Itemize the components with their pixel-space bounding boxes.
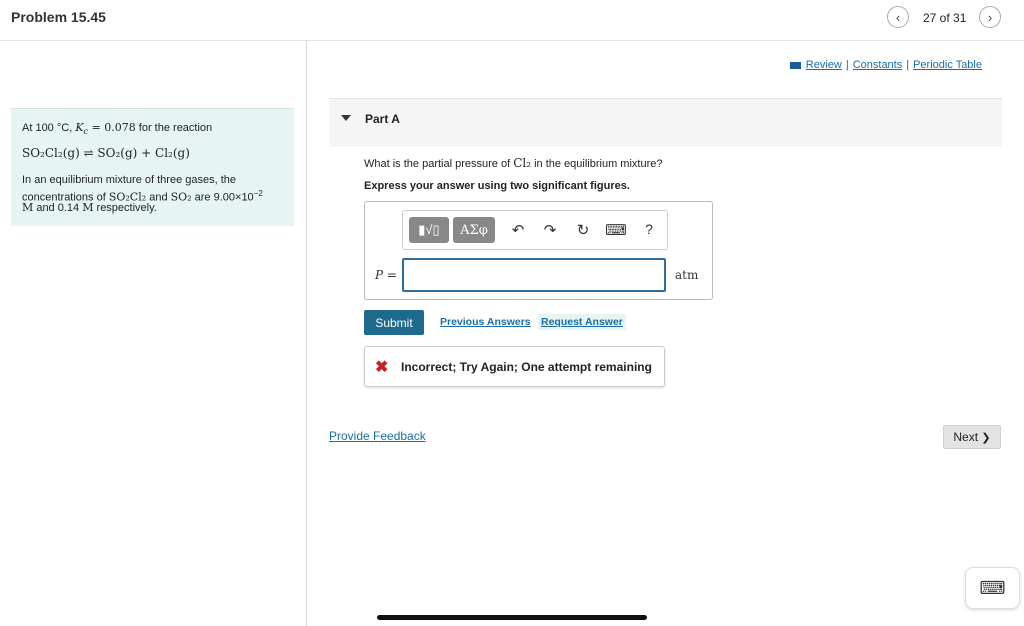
answer-variable: P = — [375, 268, 397, 282]
templates-button[interactable]: ▮√▯ — [409, 217, 449, 243]
previous-answers-link[interactable]: Previous Answers — [440, 316, 531, 328]
constants-link[interactable]: Constants — [853, 59, 903, 71]
problem-title: Problem 15.45 — [11, 9, 106, 25]
problem-line-1: At 100 °C, Kc = 0.078 for the reaction — [22, 121, 213, 137]
next-button[interactable]: Next ❯ — [943, 425, 1001, 449]
column-divider — [306, 41, 307, 626]
submit-button[interactable]: Submit — [364, 310, 424, 335]
prev-problem-button[interactable]: ‹ — [887, 6, 909, 28]
review-link[interactable]: Review — [806, 59, 842, 71]
part-label: Part A — [365, 112, 400, 126]
problem-paragraph-line-3: M and 0.14 M respectively. — [22, 201, 157, 214]
next-problem-button[interactable]: › — [979, 6, 1001, 28]
next-label: Next — [953, 430, 979, 444]
templates-icon: ▮√▯ — [418, 222, 440, 237]
periodic-table-link[interactable]: Periodic Table — [913, 59, 982, 71]
chevron-left-icon: ‹ — [895, 9, 901, 25]
problem-counter: 27 of 31 — [923, 11, 967, 25]
resource-links: Review | Constants | Periodic Table — [789, 59, 982, 71]
answer-unit: atm — [675, 268, 699, 282]
answer-input[interactable] — [402, 258, 666, 292]
redo-icon[interactable]: ↷ — [539, 221, 561, 239]
home-indicator — [377, 615, 647, 620]
feedback-message: ✖ Incorrect; Try Again; One attempt rema… — [364, 346, 665, 387]
collapse-triangle-icon — [341, 115, 351, 121]
reset-icon[interactable]: ↻ — [572, 221, 594, 239]
reaction-equation: SO₂Cl₂(g) ⇌ SO₂(g) + Cl₂(g) — [22, 146, 190, 160]
problem-paragraph-line-1: In an equilibrium mixture of three gases… — [22, 174, 237, 186]
math-toolbar: ▮√▯ ΑΣφ ↶ ↷ ↻ ⌨ ? — [402, 210, 668, 250]
greek-icon: ΑΣφ — [460, 222, 488, 238]
feedback-text: Incorrect; Try Again; One attempt remain… — [401, 360, 652, 374]
request-answer-link[interactable]: Request Answer — [538, 314, 626, 330]
question-text: What is the partial pressure of Cl₂ in t… — [364, 156, 663, 170]
help-icon[interactable]: ? — [638, 221, 660, 237]
chevron-right-icon: › — [987, 9, 993, 25]
problem-statement: At 100 °C, Kc = 0.078 for the reaction S… — [11, 108, 294, 226]
greek-symbols-button[interactable]: ΑΣφ — [453, 217, 495, 243]
undo-icon[interactable]: ↶ — [507, 221, 529, 239]
book-icon — [789, 61, 801, 69]
provide-feedback-link[interactable]: Provide Feedback — [329, 429, 426, 443]
keyboard-icon[interactable]: ⌨ — [605, 221, 627, 239]
top-bar: Problem 15.45 ‹ 27 of 31 › — [0, 0, 1024, 41]
chevron-right-icon: ❯ — [981, 431, 991, 444]
error-x-icon: ✖ — [375, 359, 389, 376]
keyboard-icon: ⌨ — [979, 577, 1006, 598]
answer-instruction: Express your answer using two significan… — [364, 180, 630, 192]
part-a-header[interactable]: Part A — [329, 98, 1002, 147]
keyboard-toggle-button[interactable]: ⌨ — [965, 567, 1020, 609]
